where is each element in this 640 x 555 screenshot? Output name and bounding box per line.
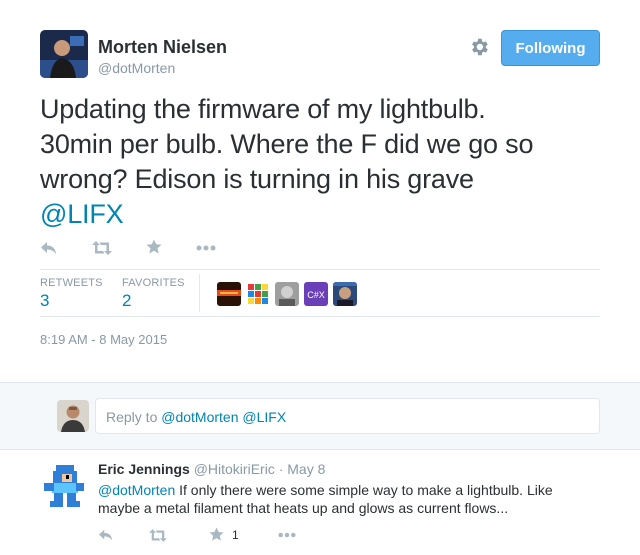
tweet-detail: Morten Nielsen @dotMorten Following Upda… <box>0 0 640 382</box>
mention-link[interactable]: @LIFX <box>40 199 124 229</box>
stats-separator <box>199 274 200 312</box>
current-user-avatar <box>57 400 89 432</box>
reply-tweet: Eric Jennings @HitokiriEric · May 8 @dot… <box>0 451 640 555</box>
tweet-text-line-3: wrong? Edison is turning in his grave <box>40 164 474 194</box>
retweets-label[interactable]: RETWEETS <box>40 277 103 289</box>
more-icon[interactable] <box>196 245 216 251</box>
reply-mention-link[interactable]: @dotMorten <box>98 482 175 498</box>
reply-mentions: @dotMorten @LIFX <box>161 409 287 425</box>
tweet-timestamp[interactable]: 8:19 AM - 8 May 2015 <box>40 332 167 347</box>
reply-input[interactable]: Reply to @dotMorten @LIFX <box>95 398 600 434</box>
tweet-text-line-1: Updating the firmware of my lightbulb. <box>40 94 486 124</box>
stats-divider-top <box>40 269 600 270</box>
reply-placeholder: Reply to <box>106 409 162 425</box>
retweet-icon[interactable] <box>149 529 167 542</box>
favorites-count[interactable]: 2 <box>122 291 131 311</box>
favoriter-avatar[interactable] <box>217 282 241 306</box>
reply-author-name[interactable]: Eric Jennings <box>98 461 190 477</box>
reply-icon[interactable] <box>98 528 114 542</box>
following-button[interactable]: Following <box>501 30 600 66</box>
reply-tweet-header: Eric Jennings @HitokiriEric · May 8 <box>98 461 325 477</box>
author-avatar[interactable] <box>40 30 88 78</box>
favoriter-avatar[interactable] <box>246 282 270 306</box>
favorite-icon[interactable] <box>146 239 162 255</box>
favoriter-avatar[interactable]: C#X <box>304 282 328 306</box>
reply-box: Reply to @dotMorten @LIFX <box>0 382 640 450</box>
reply-tweet-text: @dotMorten If only there were some simpl… <box>98 481 568 517</box>
retweets-count[interactable]: 3 <box>40 291 49 311</box>
tweet-text-line-2: 30min per bulb. Where the F did we go so <box>40 129 534 159</box>
more-icon[interactable] <box>278 532 296 538</box>
reply-icon[interactable] <box>40 240 58 256</box>
favoriter-avatar-text: C#X <box>307 290 325 300</box>
gear-icon[interactable] <box>468 36 490 58</box>
reply-author-avatar[interactable] <box>40 461 88 509</box>
stats-divider-bottom <box>40 316 600 317</box>
author-handle[interactable]: @dotMorten <box>98 60 175 76</box>
reply-favorite-count[interactable]: 1 <box>232 528 239 542</box>
reply-author-meta[interactable]: @HitokiriEric · May 8 <box>194 461 326 477</box>
favoriter-avatar[interactable] <box>275 282 299 306</box>
retweet-icon[interactable] <box>92 241 112 255</box>
favorite-icon[interactable] <box>209 527 224 542</box>
tweet-text: Updating the firmware of my lightbulb. 3… <box>40 92 605 232</box>
favoriter-avatar[interactable] <box>333 282 357 306</box>
author-name[interactable]: Morten Nielsen <box>98 37 227 58</box>
favorites-label[interactable]: FAVORITES <box>122 277 185 289</box>
